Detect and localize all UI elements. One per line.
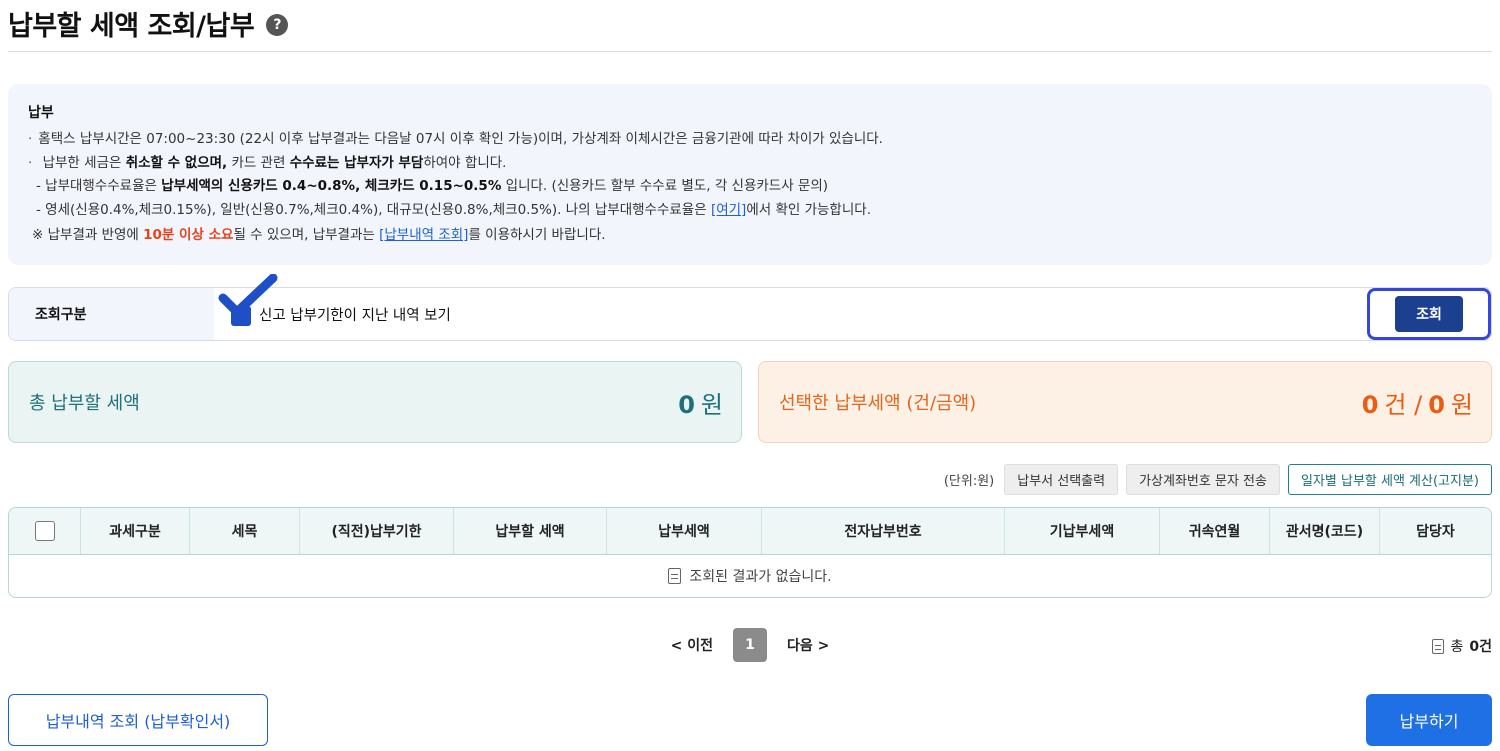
selected-tax-value: 0 건 / 0 원 (1362, 385, 1473, 420)
prev-page-link[interactable]: < 이전 (671, 635, 713, 655)
column-header: 기납부세액 (1005, 508, 1160, 554)
notice-line-fee-tiers: - 영세(신용0.4%,체크0.15%), 일반(신용0.7%,체크0.4%),… (28, 199, 1472, 223)
notice-text: 입니다. (신용카드 할부 수수료 별도, 각 신용카드사 문의) (501, 178, 829, 194)
notice-line-cancel: 납부한 세금은 취소할 수 없으며, 카드 관련 수수료는 납부자가 부담하여야… (28, 152, 1472, 176)
total-tax-label: 총 납부할 세액 (29, 393, 140, 414)
page-title-text: 납부할 세액 조회/납부 (8, 11, 255, 42)
send-account-sms-button[interactable]: 가상계좌번호 문자 전송 (1126, 464, 1280, 495)
column-header: 전자납부번호 (762, 508, 1005, 554)
current-page[interactable]: 1 (733, 628, 767, 662)
notice-text: 를 이용하시기 바랍니다. (468, 227, 606, 243)
notice-line-result: ※ 납부결과 반영에 10분 이상 소요될 수 있으며, 납부결과는 [납부내역… (28, 224, 1472, 248)
notice-text: - 영세(신용0.4%,체크0.15%), 일반(신용0.7%,체크0.4%),… (36, 201, 711, 218)
document-icon (668, 568, 682, 584)
column-header: (직전)납부기한 (300, 508, 454, 554)
total-tax-value: 0 원 (678, 385, 723, 420)
column-header: 과세구분 (81, 508, 190, 554)
unit-note: (단위:원) (943, 474, 995, 489)
selected-tax-label: 선택한 납부세액 (건/금액) (779, 393, 977, 414)
select-all-checkbox[interactable] (34, 521, 55, 541)
table-empty-row: 조회된 결과가 없습니다. (9, 555, 1491, 597)
notice-line-fee-rate: - 납부대행수수료율은 납부세액의 신용카드 0.4~0.8%, 체크카드 0.… (28, 175, 1472, 199)
total-tax-amount: 0 (678, 390, 695, 419)
help-icon[interactable]: ? (266, 13, 289, 36)
notice-text: - 납부대행수수료율은 (36, 178, 162, 194)
table-header: 과세구분 세목 (직전)납부기한 납부할 세액 납부세액 전자납부번호 기납부세… (9, 508, 1491, 555)
notice-text: 카드 관련 (227, 154, 290, 171)
table-toolbar: (단위:원) 납부서 선택출력 가상계좌번호 문자 전송 일자별 납부할 세액 … (944, 464, 1492, 495)
column-header: 납부할 세액 (454, 508, 607, 554)
notice-bold-text: 취소할 수 없으며, (125, 154, 228, 171)
notice-text: ※ 납부결과 반영에 (32, 227, 144, 243)
search-button-highlight: 조회 (1367, 288, 1491, 340)
notice-text: 하여야 합니다. (423, 154, 507, 171)
total-count: 총 0건 (1432, 636, 1492, 656)
header-select-all-cell (9, 508, 81, 554)
notice-title: 납부 (28, 105, 54, 121)
selected-count-unit: 건 / (1384, 390, 1423, 419)
payment-history-link[interactable]: [납부내역 조회] (379, 227, 468, 243)
total-tax-unit: 원 (700, 390, 723, 419)
notice-line-hours: 홈택스 납부시간은 07:00~23:30 (22시 이후 납부결과는 다음날 … (28, 128, 1472, 152)
column-header: 담당자 (1416, 524, 1455, 540)
pagination: < 이전 1 다음 > (0, 628, 1500, 662)
notice-text: 에서 확인 가능합니다. (746, 201, 871, 218)
column-header: 납부세액 (607, 508, 762, 554)
print-selected-button[interactable]: 납부서 선택출력 (1004, 464, 1119, 495)
page-title: 납부할 세액 조회/납부 ? (8, 4, 289, 43)
notice-red-text: 10분 이상 소요 (143, 227, 234, 243)
pay-button[interactable]: 납부하기 (1366, 694, 1492, 746)
column-header: 세목 (190, 508, 300, 554)
daily-tax-calc-button[interactable]: 일자별 납부할 세액 계산(고지분) (1287, 464, 1492, 495)
payment-history-button[interactable]: 납부내역 조회 (납부확인서) (8, 694, 268, 746)
title-divider (8, 51, 1492, 52)
column-header: 귀속연월 (1160, 508, 1270, 554)
total-tax-card: 총 납부할 세액 0 원 (8, 361, 742, 443)
notice-text: 될 수 있으며, 납부결과는 (233, 227, 380, 243)
overdue-checkbox-label[interactable]: 신고 납부기한이 지난 내역 보기 (259, 304, 451, 325)
document-icon (1432, 638, 1445, 654)
selected-tax-card: 선택한 납부세액 (건/금액) 0 건 / 0 원 (758, 361, 1492, 443)
total-count-value: 0건 (1469, 639, 1492, 655)
search-button[interactable]: 조회 (1395, 296, 1463, 332)
search-bar: 조회구분 신고 납부기한이 지난 내역 보기 조회 (8, 274, 1492, 341)
search-category-label: 조회구분 (9, 288, 214, 340)
column-header: 관서명(코드) (1270, 508, 1380, 554)
next-page-link[interactable]: 다음 > (787, 635, 829, 655)
notice-text: 납부한 세금은 (42, 154, 126, 171)
selected-count: 0 (1361, 390, 1379, 419)
empty-message: 조회된 결과가 없습니다. (689, 569, 832, 585)
selected-amount-unit: 원 (1450, 390, 1473, 419)
notice-bold-text: 납부세액의 신용카드 0.4~0.8%, 체크카드 0.15~0.5% (161, 178, 502, 194)
notice-box: 납부 홈택스 납부시간은 07:00~23:30 (22시 이후 납부결과는 다… (8, 84, 1492, 265)
tax-table: 과세구분 세목 (직전)납부기한 납부할 세액 납부세액 전자납부번호 기납부세… (8, 507, 1492, 598)
selected-amount: 0 (1428, 390, 1445, 419)
total-count-prefix: 총 (1450, 639, 1464, 655)
fee-rate-link[interactable]: [여기] (711, 202, 746, 218)
notice-bold-text: 수수료는 납부자가 부담 (289, 154, 424, 171)
